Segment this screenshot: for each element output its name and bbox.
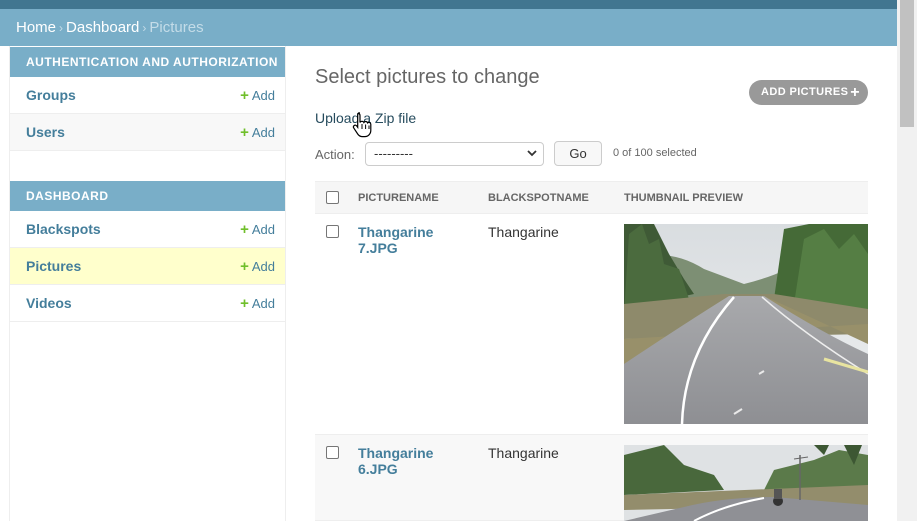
picture-name-link[interactable]: Thangarine 6.JPG	[358, 445, 468, 477]
add-pictures-button[interactable]: Add Pictures +	[749, 80, 868, 105]
row-checkbox[interactable]	[326, 446, 339, 459]
sidebar-item-videos: Videos + Add	[10, 285, 285, 322]
sidebar-item-label[interactable]: Users	[26, 124, 65, 140]
top-header-bar	[0, 0, 897, 9]
breadcrumb-separator: ›	[142, 21, 147, 35]
breadcrumb-dashboard[interactable]: Dashboard	[66, 19, 139, 36]
add-videos-link[interactable]: + Add	[240, 295, 275, 312]
plus-icon: +	[240, 87, 249, 104]
sidebar-item-label[interactable]: Blackspots	[26, 221, 101, 237]
plus-icon: +	[850, 84, 860, 101]
select-all-checkbox[interactable]	[326, 191, 339, 204]
sidebar-item-label[interactable]: Videos	[26, 295, 72, 311]
thumbnail-image[interactable]	[624, 445, 868, 521]
sidebar-item-pictures: Pictures + Add	[10, 248, 285, 285]
sidebar-divider	[285, 46, 286, 521]
add-label: Add	[251, 88, 275, 103]
table-header: Picturename Blackspotname Thumbnail Prev…	[315, 181, 868, 214]
page-scrollbar-thumb[interactable]	[900, 0, 914, 127]
column-header-thumbnail: Thumbnail Preview	[624, 192, 743, 204]
add-users-link[interactable]: + Add	[240, 124, 275, 141]
add-pictures-label: Add Pictures	[761, 86, 849, 98]
table-row: Thangarine 6.JPG Thangarine	[315, 435, 868, 521]
action-label: Action:	[315, 147, 355, 162]
add-pictures-link[interactable]: + Add	[240, 258, 275, 275]
sidebar-item-label[interactable]: Groups	[26, 87, 76, 103]
go-button[interactable]: Go	[554, 141, 602, 166]
add-label: Add	[251, 125, 275, 140]
plus-icon: +	[240, 221, 249, 238]
add-label: Add	[251, 259, 275, 274]
selected-count: 0 of 100 selected	[613, 147, 697, 159]
hand-pointer-icon	[352, 112, 372, 143]
module-caption-auth[interactable]: Authentication and Authorization	[10, 47, 285, 77]
row-checkbox[interactable]	[326, 225, 339, 238]
column-header-blackspotname[interactable]: Blackspotname	[488, 192, 589, 204]
picture-name-link[interactable]: Thangarine 7.JPG	[358, 224, 468, 256]
breadcrumb-separator: ›	[59, 21, 64, 35]
thumbnail-image[interactable]	[624, 224, 868, 424]
add-blackspots-link[interactable]: + Add	[240, 221, 275, 238]
chevron-down-icon	[527, 146, 537, 166]
table-row: Thangarine 7.JPG Thangarine	[315, 214, 868, 435]
add-groups-link[interactable]: + Add	[240, 87, 275, 104]
blackspot-name: Thangarine	[488, 224, 559, 240]
plus-icon: +	[240, 295, 249, 312]
page-title: Select pictures to change	[315, 66, 540, 88]
breadcrumb-home[interactable]: Home	[16, 19, 56, 36]
blackspot-name: Thangarine	[488, 445, 559, 461]
action-select-value: ---------	[374, 146, 413, 161]
plus-icon: +	[240, 124, 249, 141]
breadcrumb: Home › Dashboard › Pictures	[0, 9, 897, 46]
breadcrumb-current: Pictures	[149, 19, 204, 36]
action-select[interactable]: ---------	[365, 142, 544, 166]
module-auth: Authentication and Authorization Groups …	[10, 47, 285, 151]
sidebar-item-users: Users + Add	[10, 114, 285, 151]
plus-icon: +	[240, 258, 249, 275]
column-header-picturename[interactable]: Picturename	[358, 192, 439, 204]
module-caption-dashboard[interactable]: Dashboard	[10, 181, 285, 211]
sidebar-item-groups: Groups + Add	[10, 77, 285, 114]
sidebar-item-blackspots: Blackspots + Add	[10, 211, 285, 248]
add-label: Add	[251, 222, 275, 237]
module-dashboard: Dashboard Blackspots + Add Pictures + Add …	[10, 181, 285, 322]
sidebar-item-label[interactable]: Pictures	[26, 258, 81, 274]
add-label: Add	[251, 296, 275, 311]
